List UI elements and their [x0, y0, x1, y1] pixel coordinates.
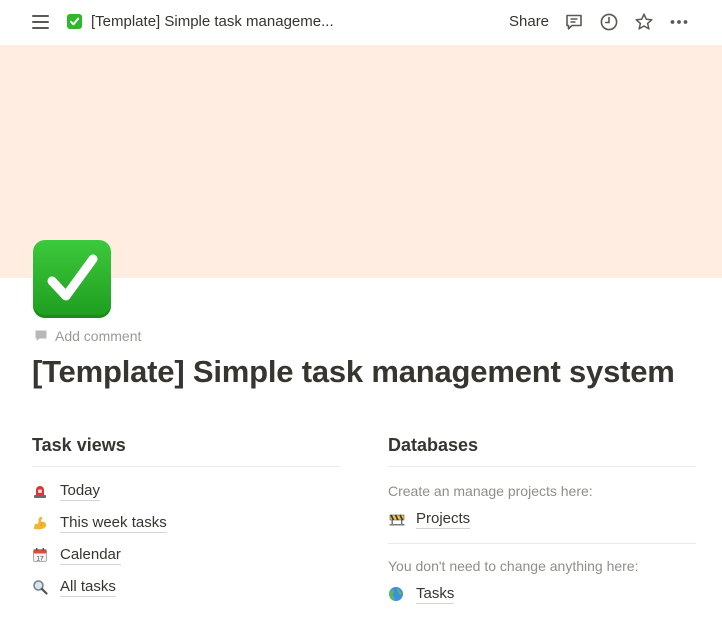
globe-icon — [388, 584, 410, 604]
svg-text:17: 17 — [36, 555, 44, 562]
star-icon[interactable] — [634, 12, 654, 32]
add-comment-button[interactable]: Add comment — [34, 328, 141, 344]
comment-bubble-icon — [34, 329, 48, 343]
breadcrumb-page-title[interactable]: [Template] Simple task manageme... — [91, 13, 334, 30]
projects-note: Create an manage projects here: — [388, 483, 593, 499]
link-label: Calendar — [60, 545, 121, 565]
share-button[interactable]: Share — [509, 13, 549, 30]
link-this-week-tasks[interactable]: This week tasks — [32, 507, 340, 539]
clock-icon[interactable] — [599, 12, 619, 32]
link-today[interactable]: Today — [32, 475, 340, 507]
menu-icon[interactable] — [32, 15, 49, 29]
flexed-biceps-icon — [32, 513, 54, 533]
link-tasks[interactable]: Tasks — [388, 578, 696, 610]
link-all-tasks[interactable]: All tasks — [32, 571, 340, 603]
link-label: Projects — [416, 509, 471, 529]
link-label: This week tasks — [60, 513, 167, 533]
link-label: All tasks — [60, 577, 116, 597]
comment-icon[interactable] — [564, 12, 584, 32]
top-bar: [Template] Simple task manageme... Share — [0, 0, 722, 45]
page-title[interactable]: [Template] Simple task management system — [32, 354, 675, 390]
magnifying-glass-icon — [32, 577, 54, 597]
white-check-mark-icon[interactable] — [33, 240, 111, 318]
databases-column: Databases Create an manage projects here… — [388, 433, 696, 610]
calendar-icon: 17 — [32, 545, 54, 565]
task-views-column: Task views Today This week tasks 17 Cale… — [32, 433, 340, 603]
link-label: Today — [60, 481, 101, 501]
construction-icon — [388, 509, 410, 529]
link-projects[interactable]: Projects — [388, 503, 696, 535]
page-check-icon — [67, 14, 82, 29]
tasks-note: You don't need to change anything here: — [388, 558, 639, 574]
siren-icon — [32, 481, 54, 501]
page-cover[interactable] — [0, 45, 722, 278]
more-icon[interactable] — [669, 12, 689, 32]
link-calendar[interactable]: 17 Calendar — [32, 539, 340, 571]
task-views-heading: Task views — [32, 435, 126, 455]
add-comment-label: Add comment — [55, 328, 142, 344]
databases-heading: Databases — [388, 435, 479, 455]
link-label: Tasks — [416, 584, 455, 604]
